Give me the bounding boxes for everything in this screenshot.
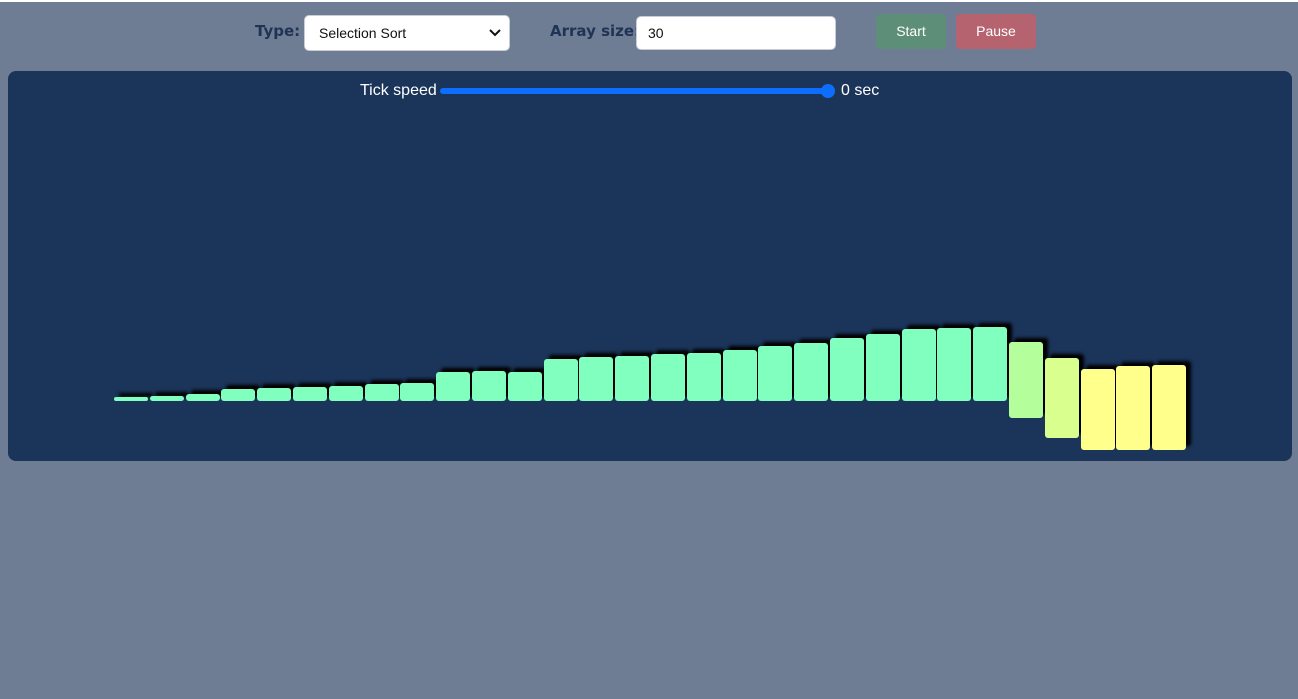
pause-button[interactable]: Pause (956, 14, 1036, 49)
array-size-input[interactable]: 30 (636, 16, 836, 50)
start-button[interactable]: Start (876, 14, 946, 49)
array-size-label: Array size: (550, 22, 641, 40)
tick-speed-slider-track[interactable] (440, 88, 832, 94)
tick-speed-label: Tick speed (360, 82, 437, 99)
tick-speed-value: 0 sec (841, 82, 880, 99)
type-label: Type: (255, 22, 301, 40)
toolbar: Type: Selection Sort Array size: 30 Star… (0, 0, 1298, 70)
tick-speed-slider-thumb[interactable] (821, 84, 835, 98)
sort-type-select[interactable]: Selection Sort (304, 15, 510, 51)
visualizer-panel (8, 71, 1292, 461)
sort-type-value: Selection Sort (319, 25, 407, 41)
chevron-down-icon (489, 29, 501, 37)
